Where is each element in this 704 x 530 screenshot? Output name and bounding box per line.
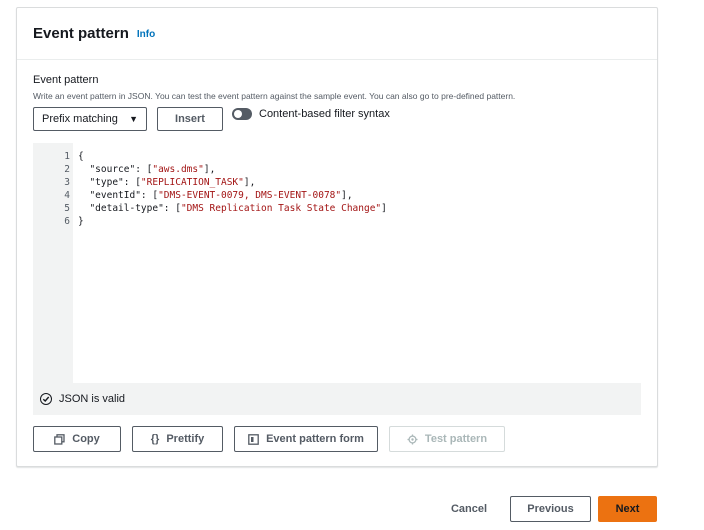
code-line: 5 "detail-type": ["DMS Replication Task … [33,202,641,215]
cancel-button[interactable]: Cancel [445,496,493,522]
code-key: "detail-type": [ [78,203,181,214]
content-filter-toggle[interactable] [232,108,252,120]
code-string: "aws.dms" [152,164,204,175]
code-text: { [78,150,84,163]
code-line: 4 "eventId": ["DMS-EVENT-0079, DMS-EVENT… [33,189,641,202]
code-key: { [78,151,84,162]
line-number: 4 [64,190,70,201]
content-filter-toggle-wrap: Content-based filter syntax [232,108,390,120]
code-key: "eventId": [ [78,190,159,201]
code-punct: ], [341,190,353,201]
json-valid-status: JSON is valid [59,393,126,405]
previous-button[interactable]: Previous [510,496,591,522]
insert-button[interactable]: Insert [157,107,223,131]
line-number: 2 [64,164,70,175]
caret-down-icon: ▼ [129,114,138,124]
panel-title: Event pattern [33,25,129,42]
form-label: Event pattern form [266,433,364,445]
line-number: 6 [64,216,70,227]
copy-button[interactable]: Copy [33,426,121,452]
toggle-label: Content-based filter syntax [259,108,390,120]
code-punct: ], [243,177,256,188]
code-text: "type": ["REPLICATION_TASK"], [78,176,255,189]
prettify-button[interactable]: {} Prettify [132,426,223,452]
panel-header: Event pattern Info [17,8,657,60]
code-text: "source": ["aws.dms"], [78,163,215,176]
line-number: 5 [64,203,70,214]
copy-icon [54,433,65,445]
code-punct: ], [203,164,216,175]
test-pattern-button[interactable]: Test pattern [389,426,505,452]
matching-select[interactable]: Prefix matching ▼ [33,107,147,131]
event-pattern-panel: Event pattern Info Event pattern Write a… [16,7,658,467]
code-key: "source": [ [78,164,153,175]
code-line: 2 "source": ["aws.dms"], [33,163,641,176]
json-editor: 1{2 "source": ["aws.dms"], 3 "type": ["RE… [33,143,641,415]
code-string: "REPLICATION_TASK" [140,177,244,188]
pattern-controls: Prefix matching ▼ Insert Content-based f… [33,107,390,131]
line-number: 1 [64,151,70,162]
editor-status-bar: JSON is valid [33,383,641,415]
braces-icon: {} [150,433,160,445]
field-description: Write an event pattern in JSON. You can … [33,91,516,101]
check-circle-icon [40,393,52,405]
code-text: } [78,215,84,228]
code-key: } [78,216,84,227]
copy-label: Copy [72,433,100,445]
code-string: "DMS-EVENT-0079, DMS-EVENT-0078" [158,190,342,201]
code-key: "type": [ [78,177,141,188]
field-label: Event pattern [33,74,99,86]
test-pattern-label: Test pattern [424,433,488,445]
code-text: "detail-type": ["DMS Replication Task St… [78,202,387,215]
code-line: 3 "type": ["REPLICATION_TASK"], [33,176,641,189]
gear-icon [407,434,418,445]
wizard-footer: Cancel Previous Next [0,496,704,522]
code-punct: ] [381,203,387,214]
matching-select-value: Prefix matching [42,113,118,125]
prettify-label: Prettify [166,433,205,445]
event-pattern-form-button[interactable]: Event pattern form [234,426,378,452]
line-number: 3 [64,177,70,188]
code-line: 6} [33,215,641,228]
code-text: "eventId": ["DMS-EVENT-0079, DMS-EVENT-0… [78,189,353,202]
code-string: "DMS Replication Task State Change" [180,203,382,214]
next-button[interactable]: Next [598,496,657,522]
editor-actions: Copy {} Prettify Event pattern form Test… [33,426,516,452]
code-line: 1{ [33,150,641,163]
info-link[interactable]: Info [137,29,155,40]
form-icon [248,433,259,445]
